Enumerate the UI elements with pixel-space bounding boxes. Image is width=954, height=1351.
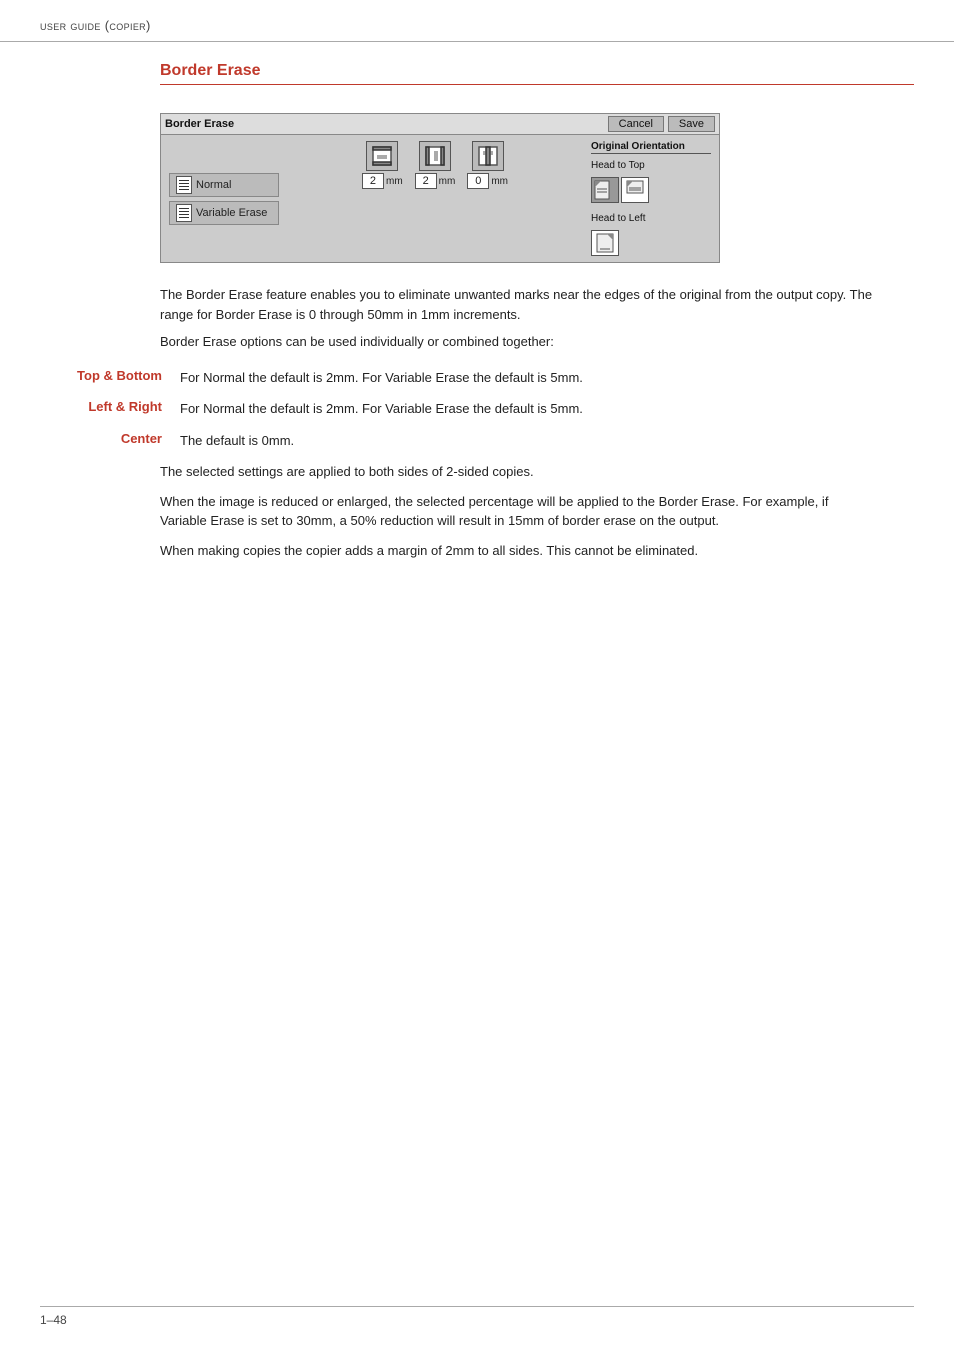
left-right-icon <box>419 141 451 171</box>
section-title-block: Border Erase <box>160 62 914 91</box>
variable-erase-icon <box>176 204 192 222</box>
icons-row: 2 mm <box>362 141 508 189</box>
center-value-row: 0 mm <box>467 173 508 189</box>
dialog-orientation: Original Orientation Head to Top <box>591 141 711 256</box>
left-right-value-row: 2 mm <box>415 173 456 189</box>
definition-table: Top & Bottom For Normal the default is 2… <box>40 368 914 451</box>
top-bottom-unit: mm <box>386 176 403 187</box>
head-to-left-label: Head to Left <box>591 213 645 224</box>
term-top-bottom: Top & Bottom <box>40 368 180 383</box>
dialog-titlebar: Border Erase Cancel Save <box>161 114 719 135</box>
dialog-options: Normal Variable Erase <box>169 141 279 256</box>
desc-center: The default is 0mm. <box>180 431 914 451</box>
head-to-left-icon <box>591 230 619 256</box>
head-to-left-option[interactable]: Head to Left <box>591 213 645 224</box>
dialog-box: Border Erase Cancel Save <box>160 113 720 263</box>
dialog-title: Border Erase <box>165 118 234 130</box>
intro-para: The Border Erase feature enables you to … <box>160 285 874 324</box>
top-bottom-icon <box>366 141 398 171</box>
body-para-2: When the image is reduced or enlarged, t… <box>160 492 874 531</box>
head-to-top-label: Head to Top <box>591 160 645 171</box>
normal-label: Normal <box>196 179 231 191</box>
combo-para: Border Erase options can be used individ… <box>160 332 874 352</box>
body-para-1: The selected settings are applied to bot… <box>160 462 874 482</box>
page-header: User Guide (Copier) <box>0 0 954 42</box>
orientation-label: Original Orientation <box>591 141 711 154</box>
center-unit: mm <box>491 176 508 187</box>
head-to-top-option[interactable]: Head to Top <box>591 160 645 171</box>
center-group: 0 mm <box>467 141 508 189</box>
center-value[interactable]: 0 <box>467 173 489 189</box>
dialog-center: 2 mm <box>289 141 581 256</box>
top-bottom-value-row: 2 mm <box>362 173 403 189</box>
def-row-left-right: Left & Right For Normal the default is 2… <box>40 399 914 419</box>
intro-text-block: The Border Erase feature enables you to … <box>160 285 874 352</box>
def-row-center: Center The default is 0mm. <box>40 431 914 451</box>
dialog-container: Border Erase Cancel Save <box>160 113 720 263</box>
term-center: Center <box>40 431 180 446</box>
left-right-value[interactable]: 2 <box>415 173 437 189</box>
dialog-body: Normal Variable Erase <box>161 135 719 262</box>
option-variable-erase[interactable]: Variable Erase <box>169 201 279 225</box>
normal-icon <box>176 176 192 194</box>
top-bottom-group: 2 mm <box>362 141 403 189</box>
desc-top-bottom: For Normal the default is 2mm. For Varia… <box>180 368 914 388</box>
variable-erase-label: Variable Erase <box>196 207 267 219</box>
top-bottom-value[interactable]: 2 <box>362 173 384 189</box>
term-left-right: Left & Right <box>40 399 180 414</box>
desc-left-right: For Normal the default is 2mm. For Varia… <box>180 399 914 419</box>
head-to-top-unselected-icon <box>621 177 649 203</box>
section-title: Border Erase <box>160 62 914 85</box>
left-right-unit: mm <box>439 176 456 187</box>
content-area: Border Erase Border Erase Cancel Save <box>0 42 954 610</box>
page-footer: 1–48 <box>40 1306 914 1327</box>
center-icon <box>472 141 504 171</box>
save-button[interactable]: Save <box>668 116 715 132</box>
left-right-group: 2 mm <box>415 141 456 189</box>
body-para-3: When making copies the copier adds a mar… <box>160 541 874 561</box>
def-row-top-bottom: Top & Bottom For Normal the default is 2… <box>40 368 914 388</box>
page-number: 1–48 <box>40 1313 67 1327</box>
option-normal[interactable]: Normal <box>169 173 279 197</box>
dialog-buttons: Cancel Save <box>608 116 715 132</box>
head-to-top-selected-icon <box>591 177 619 203</box>
header-title: User Guide (Copier) <box>40 19 151 33</box>
cancel-button[interactable]: Cancel <box>608 116 664 132</box>
